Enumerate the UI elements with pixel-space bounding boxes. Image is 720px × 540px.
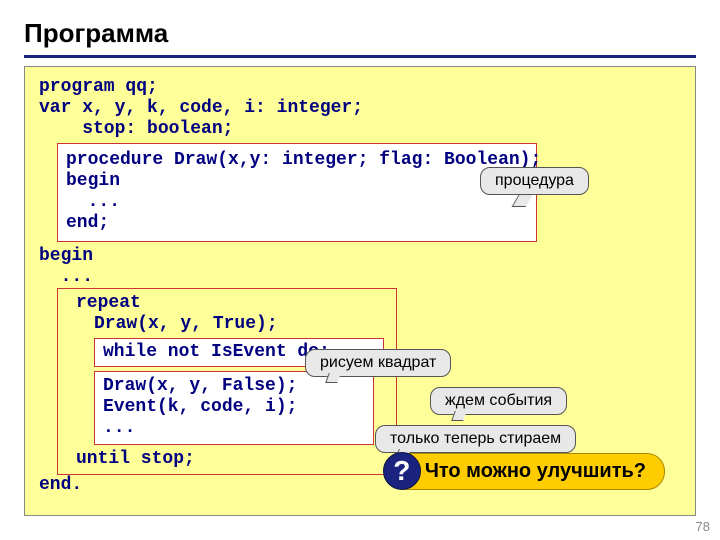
code-line-stop: stop: boolean; [39,119,681,140]
draw-false-code: Draw(x, y, False); Event(k, code, i); ..… [103,376,365,440]
code-line-var: var x, y, k, code, i: integer; [39,98,681,119]
repeat-block: repeat Draw(x, y, True); while not IsEve… [57,288,397,475]
page-number: 78 [696,519,710,534]
code-line-program: program qq; [39,77,681,98]
callout-draw-square: рисуем квадрат [305,349,451,377]
callout-wait-tail [451,411,467,421]
improve-question: ? Что можно улучшить? [386,453,665,490]
question-mark-icon: ? [383,452,421,490]
procedure-box: procedure Draw(x,y: integer; flag: Boole… [57,143,537,242]
code-line-dots: ... [39,267,681,288]
page-title: Программа [24,18,696,49]
repeat-keyword: repeat [58,293,141,314]
procedure-code: procedure Draw(x,y: integer; flag: Boole… [66,150,528,235]
until-keyword: until stop; [58,449,195,470]
improve-text: Что можно улучшить? [425,460,646,482]
callout-procedure: процедура [480,167,589,195]
code-line-begin: begin [39,246,681,267]
draw-true-call: Draw(x, y, True); [58,314,278,335]
code-panel: program qq; var x, y, k, code, i: intege… [24,66,696,516]
callout-wait-event: ждем события [430,387,567,415]
title-rule [24,55,696,58]
